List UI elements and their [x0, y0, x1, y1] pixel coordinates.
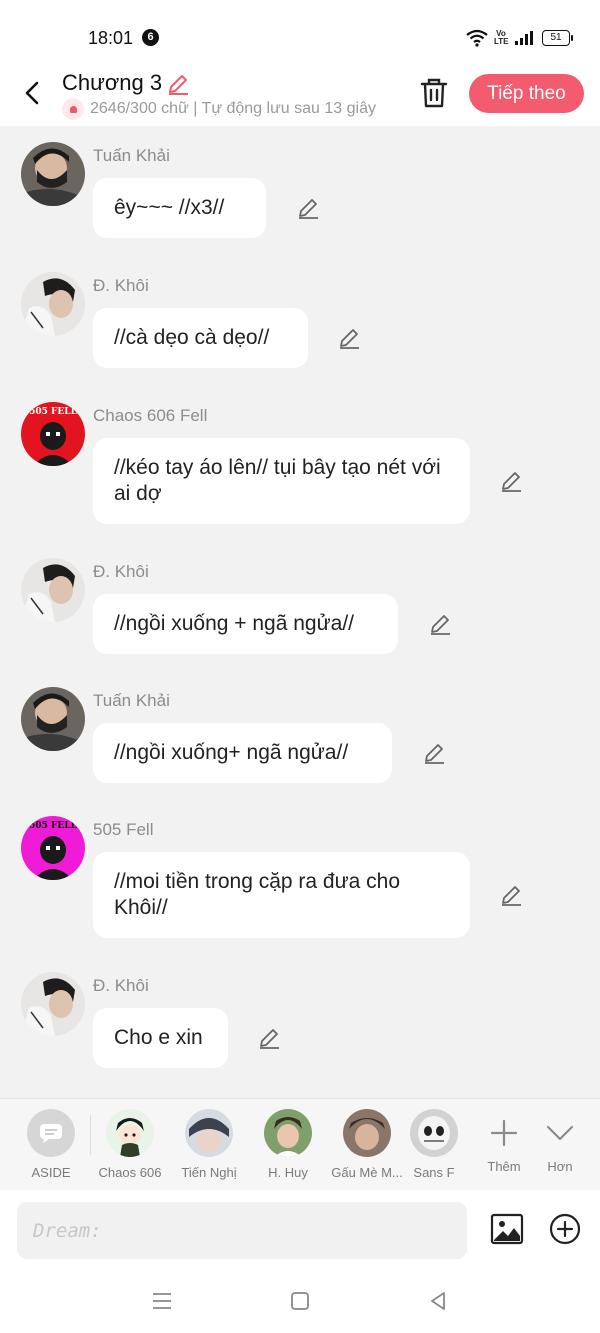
chevron-down-icon — [546, 1125, 574, 1141]
avatar-chaos-606-fell[interactable]: 505 FELL — [21, 402, 85, 466]
character-label: Sans F — [413, 1165, 455, 1180]
editor-header: Chương 3 2646/300 chữ | Tự động lưu sau … — [0, 70, 600, 126]
signal-icon — [515, 31, 533, 45]
character-gau-me[interactable]: Gấu Mè M... — [328, 1109, 406, 1180]
character-tien-nghi[interactable]: Tiến Nghị — [170, 1109, 248, 1180]
character-selector: ASIDE Chaos 606 Tiến Nghị H. Huy Gấu Mè … — [0, 1098, 600, 1190]
volte-indicator: Vo LTE — [494, 29, 509, 46]
notification-count-badge: 6 — [142, 29, 159, 46]
character-label: Gấu Mè M... — [331, 1165, 403, 1180]
message-bubble[interactable]: //cà dẹo cà dẹo// — [93, 308, 308, 368]
edit-pencil-icon[interactable] — [337, 326, 361, 350]
back-arrow-icon[interactable] — [18, 78, 48, 108]
avatar-d-khoi[interactable] — [21, 272, 85, 336]
character-sans-f[interactable]: Sans F — [404, 1109, 464, 1180]
character-label: ASIDE — [31, 1165, 71, 1180]
character-avatar — [185, 1109, 233, 1157]
message-bubble[interactable]: êy~~~ //x3// — [93, 178, 266, 238]
sender-name: Tuấn Khải — [93, 146, 170, 165]
plus-icon — [490, 1119, 518, 1147]
sender-name: Tuấn Khải — [93, 691, 170, 710]
add-character-button[interactable]: Thêm — [479, 1109, 529, 1174]
edit-pencil-icon[interactable] — [422, 741, 446, 765]
word-count-row: 2646/300 chữ | Tự động lưu sau 13 giây — [62, 98, 398, 120]
avatar-505-fell[interactable]: 505 FELL — [21, 816, 85, 880]
avatar-tuan-khai[interactable] — [21, 142, 85, 206]
character-h-huy[interactable]: H. Huy — [249, 1109, 327, 1180]
system-nav-bar — [0, 1268, 600, 1333]
edit-pencil-icon[interactable] — [499, 883, 523, 907]
chat-bubble-icon — [27, 1109, 75, 1157]
message-bubble[interactable]: //kéo tay áo lên// tụi bây tạo nét với a… — [93, 438, 470, 524]
more-label: Thêm — [487, 1159, 521, 1174]
character-label: H. Huy — [268, 1165, 308, 1180]
sender-name: Đ. Khôi — [93, 976, 149, 995]
back-triangle-icon[interactable] — [427, 1290, 449, 1312]
expand-characters-button[interactable]: Hơn — [535, 1109, 585, 1174]
battery-indicator: 51 — [542, 30, 573, 46]
edit-pencil-icon[interactable] — [428, 612, 452, 636]
image-icon[interactable] — [490, 1212, 524, 1246]
chapter-title[interactable]: Chương 3 — [62, 70, 162, 96]
svg-text:505 FELL: 505 FELL — [29, 407, 77, 417]
home-icon[interactable] — [289, 1290, 311, 1312]
character-avatar — [410, 1109, 458, 1157]
wifi-icon — [466, 29, 488, 47]
avatar-tuan-khai[interactable] — [21, 687, 85, 751]
next-button[interactable]: Tiếp theo — [469, 74, 584, 113]
status-time: 18:01 — [88, 28, 134, 48]
bell-icon — [62, 98, 84, 120]
character-aside[interactable]: ASIDE — [12, 1109, 90, 1180]
sender-name: Đ. Khôi — [93, 276, 149, 295]
character-avatar — [264, 1109, 312, 1157]
status-bar: 18:01 6 Vo LTE 51 — [0, 0, 600, 70]
sender-name: Chaos 606 Fell — [93, 406, 208, 425]
message-input[interactable] — [17, 1202, 467, 1259]
message-bubble[interactable]: Cho e xin — [93, 1008, 228, 1068]
message-bubble[interactable]: //ngồi xuống + ngã ngửa// — [93, 594, 398, 654]
add-circle-icon[interactable] — [549, 1213, 581, 1245]
sender-name: 505 Fell — [93, 820, 154, 839]
word-count-autosave: 2646/300 chữ | Tự động lưu sau 13 giây — [90, 100, 376, 117]
chat-area[interactable]: Tuấn Khải êy~~~ //x3// Đ. Khôi //cà dẹo … — [0, 126, 600, 1098]
character-chaos-606[interactable]: Chaos 606 — [91, 1109, 169, 1180]
composer — [0, 1190, 600, 1268]
character-label: Chaos 606 — [98, 1165, 162, 1180]
avatar-d-khoi[interactable] — [21, 558, 85, 622]
status-icons: Vo LTE 51 — [466, 28, 573, 48]
edit-pencil-icon[interactable] — [499, 469, 523, 493]
avatar-d-khoi[interactable] — [21, 972, 85, 1036]
edit-pencil-icon[interactable] — [257, 1026, 281, 1050]
message-bubble[interactable]: //ngồi xuống+ ngã ngửa// — [93, 723, 392, 783]
expand-label: Hơn — [547, 1159, 573, 1174]
pencil-icon[interactable] — [166, 72, 190, 96]
edit-pencil-icon[interactable] — [296, 196, 320, 220]
character-avatar — [343, 1109, 391, 1157]
sender-name: Đ. Khôi — [93, 562, 149, 581]
svg-text:505 FELL: 505 FELL — [29, 821, 77, 831]
trash-icon[interactable] — [418, 76, 450, 110]
character-avatar — [106, 1109, 154, 1157]
menu-icon[interactable] — [151, 1290, 173, 1312]
character-label: Tiến Nghị — [181, 1165, 237, 1180]
message-bubble[interactable]: //moi tiền trong cặp ra đưa cho Khôi// — [93, 852, 470, 938]
